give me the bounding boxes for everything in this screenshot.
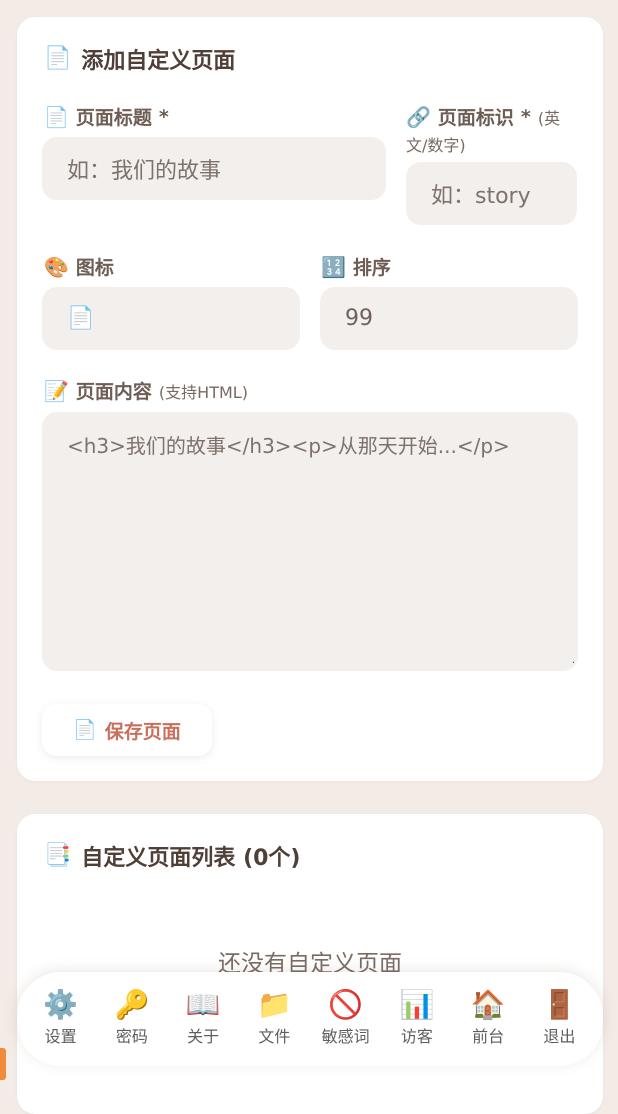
bottom-nav: ⚙️ 设置 🔑 密码 📖 关于 📁 文件 🚫 敏感词 📊 访客 🏠 前台 🚪 退… <box>17 972 603 1066</box>
document-icon: 📄 <box>67 305 95 331</box>
nav-logout-label: 退出 <box>543 1027 576 1046</box>
order-label-text: 排序 <box>352 257 391 279</box>
page-slug-label: 🔗 页面标识 * (英 文/数字) <box>406 103 560 156</box>
nav-settings[interactable]: ⚙️ 设置 <box>29 991 93 1047</box>
house-icon: 🏠 <box>470 988 506 1021</box>
nav-visitors[interactable]: 📊 访客 <box>385 991 449 1047</box>
page-slug-hint-cont: 文/数字) <box>406 136 466 155</box>
link-icon: 🔗 <box>406 104 431 129</box>
page-title-label-text: 页面标题 <box>75 107 152 129</box>
order-label: 🔢 排序 <box>321 253 391 280</box>
order-input[interactable]: 99 <box>320 287 578 350</box>
add-page-title-text: 添加自定义页面 <box>81 49 236 74</box>
nav-logout[interactable]: 🚪 退出 <box>527 991 591 1047</box>
memo-icon: 📝 <box>44 378 69 403</box>
page-title-input[interactable]: 如：我们的故事 <box>42 137 386 200</box>
nav-frontend[interactable]: 🏠 前台 <box>456 991 520 1047</box>
numbers-icon: 🔢 <box>321 254 346 279</box>
folder-icon: 📁 <box>256 988 292 1021</box>
order-value: 99 <box>345 306 373 331</box>
page-slug-input[interactable]: 如：story <box>406 162 577 225</box>
bar-chart-icon: 📊 <box>399 988 435 1021</box>
page-slug-hint: (英 <box>537 108 561 128</box>
content-hint: (支持HTML) <box>158 382 248 402</box>
icon-label: 🎨 图标 <box>44 253 114 280</box>
nav-sensitive-words-label: 敏感词 <box>321 1027 370 1046</box>
nav-about-label: 关于 <box>187 1027 220 1046</box>
document-icon: 📄 <box>44 104 69 129</box>
resize-handle[interactable]: · <box>572 658 575 669</box>
prohibited-icon: 🚫 <box>328 988 364 1021</box>
content-label: 📝 页面内容 (支持HTML) <box>44 377 248 404</box>
required-mark: * <box>520 105 531 128</box>
page-title-placeholder: 如：我们的故事 <box>67 158 222 184</box>
nav-about[interactable]: 📖 关于 <box>171 991 235 1047</box>
save-page-label: 保存页面 <box>104 720 181 743</box>
page-list-card: 📑 自定义页面列表 (0个) 还没有自定义页面 <box>17 814 603 1114</box>
icon-label-text: 图标 <box>75 257 114 279</box>
content-placeholder: <h3>我们的故事</h3><p>从那天开始...</p> <box>67 434 510 458</box>
nav-password-label: 密码 <box>115 1027 148 1046</box>
nav-sensitive-words[interactable]: 🚫 敏感词 <box>314 991 378 1047</box>
nav-files-label: 文件 <box>258 1027 291 1046</box>
required-mark: * <box>158 105 169 128</box>
content-label-text: 页面内容 <box>75 381 152 403</box>
door-icon: 🚪 <box>541 988 577 1021</box>
page-list-title-text: 自定义页面列表 (0个) <box>81 846 301 871</box>
nav-visitors-label: 访客 <box>400 1027 433 1046</box>
open-book-icon: 📖 <box>185 988 221 1021</box>
page-list-title: 📑 自定义页面列表 (0个) <box>44 840 300 872</box>
document-icon: 📄 <box>73 718 97 741</box>
nav-settings-label: 设置 <box>44 1027 77 1046</box>
nav-frontend-label: 前台 <box>472 1027 505 1046</box>
nav-password[interactable]: 🔑 密码 <box>100 991 164 1047</box>
side-edge-marker <box>0 1048 6 1080</box>
key-icon: 🔑 <box>114 988 150 1021</box>
add-page-card: 📄 添加自定义页面 📄 页面标题 * 如：我们的故事 🔗 页面标识 * (英 文… <box>17 17 603 781</box>
gear-icon: ⚙️ <box>43 988 79 1021</box>
document-icon: 📄 <box>44 46 72 71</box>
nav-files[interactable]: 📁 文件 <box>242 991 306 1047</box>
icon-input[interactable]: 📄 <box>42 287 300 350</box>
palette-icon: 🎨 <box>44 254 69 279</box>
page-title-label: 📄 页面标题 * <box>44 103 169 130</box>
content-textarea[interactable]: <h3>我们的故事</h3><p>从那天开始...</p> · <box>42 412 578 671</box>
add-page-title: 📄 添加自定义页面 <box>44 43 235 75</box>
page-slug-label-text: 页面标识 <box>437 107 514 129</box>
bookmark-tabs-icon: 📑 <box>44 843 72 868</box>
page-slug-placeholder: 如：story <box>431 183 531 209</box>
save-page-button[interactable]: 📄 保存页面 <box>42 704 212 756</box>
